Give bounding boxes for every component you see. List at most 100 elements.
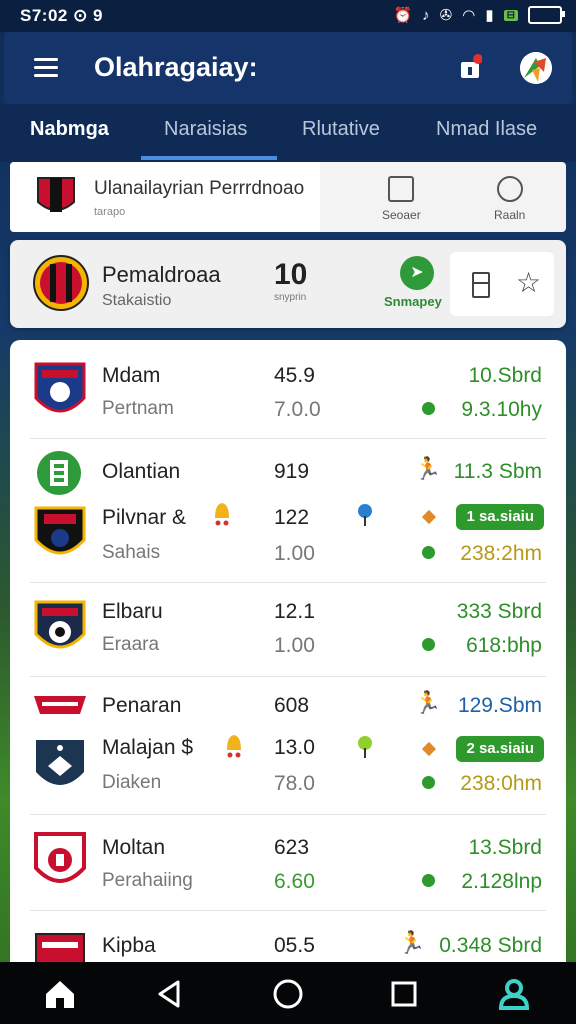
league-title: Ulanailayrian Perrrdnoao [94, 178, 305, 199]
tool-seoaer-label: Seoaer [382, 208, 421, 222]
star-icon[interactable]: ☆ [516, 266, 541, 299]
featured-score-sub: snyprin [274, 292, 307, 303]
value-primary: 129.Sbm [457, 694, 542, 717]
team-sub: Perahaiing [102, 870, 193, 891]
status-time: S7:02 ⊙ 9 [20, 6, 104, 25]
team-crest-icon [34, 600, 86, 649]
stat-primary: 12.1 [274, 600, 315, 623]
nfc-icon: ✇ [439, 7, 453, 24]
league-subtitle: tarapo [94, 206, 126, 218]
stat-primary: 623 [274, 836, 310, 859]
team-name: Pilvnar & [102, 506, 187, 529]
value-secondary: 9.3.10hy [461, 398, 542, 421]
notification-icon[interactable] [458, 54, 482, 80]
stat-primary: 45.9 [274, 364, 315, 387]
recents-icon[interactable] [386, 976, 422, 1012]
diamond-icon [421, 509, 437, 525]
status-dot-icon [422, 546, 435, 559]
vibrate-icon: ♪ [422, 6, 430, 24]
featured-team-sub: Stakaistio [102, 292, 172, 309]
status-pill[interactable]: 1 sa.siaiu [456, 504, 544, 530]
value-primary: 11.3 Sbm [453, 460, 542, 483]
team-crest-icon [34, 362, 86, 413]
value-primary: 0.348 Sbrd [439, 934, 542, 957]
app-bar: Olahragaiay: [4, 32, 572, 104]
featured-team-name: Pemaldroaa [102, 262, 221, 287]
value-primary: 13.Sbrd [468, 836, 542, 859]
stat-primary: 919 [274, 460, 310, 483]
team-name: Elbaru [102, 600, 163, 623]
team-name: Mdam [102, 364, 161, 387]
team-name: Penaran [102, 694, 182, 717]
tool-seoaer-button[interactable]: Seoaer [382, 176, 421, 222]
featured-action-label[interactable]: Snmapey [384, 294, 442, 309]
home-icon[interactable] [42, 976, 78, 1012]
value-secondary: 2.128lnp [461, 870, 542, 893]
list-item[interactable]: Moltan Perahaiing 623 6.60 13.Sbrd 2.128… [10, 816, 566, 910]
tab-nabmga[interactable]: Nabmga [30, 118, 109, 141]
tab-indicator [141, 156, 277, 160]
featured-score: 10 [274, 258, 308, 291]
value-secondary: 618:bhp [466, 634, 542, 657]
back-icon[interactable] [152, 976, 188, 1012]
stat-primary: 05.5 [274, 934, 315, 957]
league-crest-icon [37, 177, 75, 212]
stats-icon[interactable] [472, 272, 490, 298]
value-primary: 333 Sbrd [456, 600, 542, 623]
team-crest-icon [34, 832, 86, 883]
list-item[interactable]: Olantian 919 🏃 11.3 Sbm Pilvnar & Sahais… [10, 440, 566, 582]
team-name: Moltan [102, 836, 166, 859]
app-title: Olahragaiay: [94, 52, 258, 82]
avatar[interactable] [520, 52, 552, 84]
stat-primary: 608 [274, 694, 310, 717]
chart-icon [496, 176, 523, 202]
list-item[interactable]: Mdam Pertnam 45.9 7.0.0 10.Sbrd 9.3.10hy [10, 340, 566, 438]
pin-icon [358, 504, 372, 526]
bell-icon [227, 735, 241, 758]
runner-icon: 🏃 [414, 456, 442, 481]
status-dot-icon [422, 638, 435, 651]
status-pill[interactable]: 2 sa.siaiu [456, 736, 544, 762]
value-secondary: 238:0hm [460, 772, 542, 795]
tab-rlutative[interactable]: Rlutative [302, 118, 380, 141]
team-name: Malajan $ [102, 736, 194, 759]
stat-secondary: 78.0 [274, 772, 315, 795]
calculator-icon [388, 176, 415, 202]
stat-secondary: 6.60 [274, 870, 315, 893]
team-sub: Diaken [102, 772, 162, 793]
stat-secondary: 7.0.0 [274, 398, 321, 421]
circle-home-icon[interactable] [270, 976, 306, 1012]
stat-secondary: 1.00 [274, 542, 315, 565]
bell-icon [215, 503, 229, 526]
status-dot-icon [422, 874, 435, 887]
status-bar: S7:02 ⊙ 9 ⏰ ♪ ✇ ◠ ▮ ⊟ [0, 0, 576, 32]
team-name: Kipba [102, 934, 156, 957]
list-item[interactable]: Elbaru Eraara 12.1 1.00 333 Sbrd 618:bhp [10, 584, 566, 676]
featured-tools: ☆ [450, 252, 554, 316]
featured-match-card[interactable]: Pemaldroaa Stakaistio 10 snyprin ➤ Snmap… [10, 240, 566, 328]
compass-icon[interactable]: ➤ [400, 256, 434, 290]
team-logo-icon [37, 451, 81, 495]
battery-icon [528, 6, 565, 24]
alarm-icon: ⏰ [393, 7, 413, 24]
profile-icon[interactable] [496, 976, 532, 1012]
pin-icon [358, 736, 372, 758]
tab-nmad-ilase[interactable]: Nmad Ilase [436, 118, 537, 141]
value-secondary: 238:2hm [460, 542, 542, 565]
battery-saver-icon: ⊟ [503, 9, 518, 21]
team-crest-icon [34, 696, 86, 714]
tab-naraisias[interactable]: Naraisias [164, 118, 247, 141]
stat-primary: 122 [274, 506, 310, 529]
team-name: Olantian [102, 460, 181, 483]
stat-primary: 13.0 [274, 736, 315, 759]
menu-icon[interactable] [34, 58, 58, 77]
tool-raaln-button[interactable]: Raaln [494, 176, 525, 222]
value-primary: 10.Sbrd [468, 364, 542, 387]
league-header-card[interactable]: Ulanailayrian Perrrdnoao tarapo Seoaer R… [10, 162, 566, 232]
team-crest-icon [34, 506, 86, 555]
team-sub: Pertnam [102, 398, 174, 419]
status-dot-icon [422, 402, 435, 415]
status-dot-icon [422, 776, 435, 789]
list-item[interactable]: Penaran 608 🏃 129.Sbm Malajan $ Diaken 1… [10, 678, 566, 814]
standings-list: Mdam Pertnam 45.9 7.0.0 10.Sbrd 9.3.10hy… [10, 340, 566, 980]
